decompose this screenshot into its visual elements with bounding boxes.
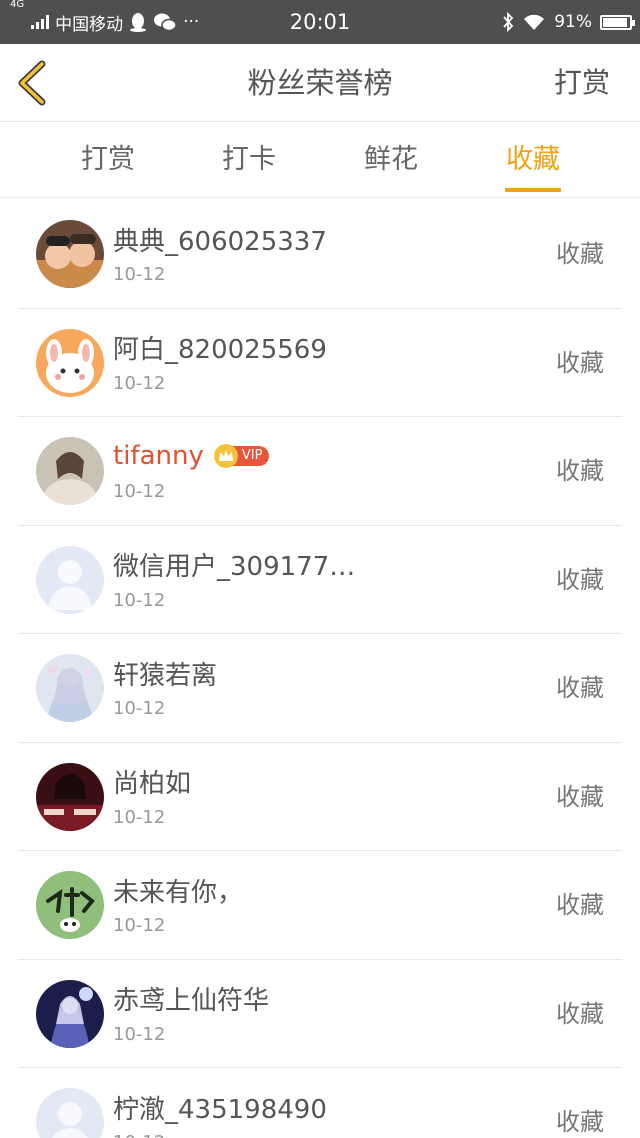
favorite-tag: 收藏 <box>556 891 604 919</box>
fan-date: 10-12 <box>113 1132 165 1138</box>
top-nav-bar: 粉丝荣誉榜 打赏 <box>0 44 640 122</box>
name-line: 尚柏如 <box>113 763 191 801</box>
tab-checkin[interactable]: 打卡 <box>189 122 309 198</box>
fan-name: 微信用户_309177… <box>113 552 356 582</box>
fan-date: 10-12 <box>113 1023 166 1045</box>
avatar <box>36 437 104 505</box>
avatar <box>36 762 104 831</box>
fan-date: 10-12 <box>113 372 166 394</box>
name-line: tifanny VIP <box>113 437 270 475</box>
page-title: 粉丝荣誉榜 <box>247 66 393 100</box>
list-item[interactable]: 柠澈_435198490 10-12 收藏 <box>18 1068 622 1138</box>
avatar <box>36 328 104 397</box>
list-item[interactable]: 未来有你， 10-12 收藏 <box>18 851 622 960</box>
fan-name: 阿白_820025569 <box>113 335 327 365</box>
wifi-icon <box>524 14 545 30</box>
status-right: 91% <box>502 0 635 44</box>
tab-label: 收藏 <box>506 144 560 175</box>
avatar <box>36 979 104 1048</box>
list-item[interactable]: 典典_606025337 10-12 收藏 <box>18 200 622 309</box>
battery-percent: 91% <box>554 12 592 32</box>
list-item[interactable]: 尚柏如 10-12 收藏 <box>18 743 622 851</box>
list-item[interactable]: 微信用户_309177… 10-12 收藏 <box>18 526 622 634</box>
fan-date: 10-12 <box>113 698 166 719</box>
tab-reward[interactable]: 打赏 <box>48 122 168 198</box>
list-item[interactable]: 阿白_820025569 10-12 收藏 <box>18 309 622 417</box>
fan-date: 10-12 <box>113 481 166 502</box>
name-line: 赤鸢上仙符华 <box>113 980 269 1018</box>
favorite-tag: 收藏 <box>556 999 604 1028</box>
favorite-tag: 收藏 <box>556 782 604 811</box>
fan-name: 柠澈_435198490 <box>113 1094 327 1125</box>
list-item[interactable]: tifanny VIP 10-12 收藏 <box>18 417 622 526</box>
tab-label: 鲜花 <box>364 144 418 175</box>
fan-name: 典典_606025337 <box>113 226 327 257</box>
tab-bar: 打赏 打卡 鲜花 收藏 <box>0 122 640 198</box>
fan-name: 尚柏如 <box>113 769 192 799</box>
battery-icon <box>600 14 635 30</box>
tab-favorites[interactable]: 收藏 <box>473 122 593 198</box>
fan-date: 10-12 <box>113 589 166 611</box>
avatar <box>36 545 104 614</box>
fan-list[interactable]: 典典_606025337 10-12 收藏 阿白_820025569 10-12… <box>0 200 640 1138</box>
favorite-tag: 收藏 <box>556 240 604 268</box>
favorite-tag: 收藏 <box>556 674 604 702</box>
avatar <box>36 871 104 939</box>
reward-button[interactable]: 打赏 <box>554 44 610 122</box>
fan-name: 轩猿若离 <box>113 660 218 691</box>
fan-date: 10-12 <box>113 264 166 285</box>
favorite-tag: 收藏 <box>556 565 604 594</box>
fan-name: 赤鸢上仙符华 <box>113 986 270 1016</box>
fan-name: 未来有你， <box>113 877 244 908</box>
active-tab-indicator <box>505 188 561 192</box>
avatar <box>36 654 104 722</box>
bluetooth-icon <box>503 12 514 32</box>
name-line: 未来有你， <box>113 871 243 909</box>
tab-flowers[interactable]: 鲜花 <box>331 122 451 198</box>
name-line: 微信用户_309177… <box>113 546 355 584</box>
list-item[interactable]: 赤鸢上仙符华 10-12 收藏 <box>18 960 622 1068</box>
fan-date: 10-12 <box>113 806 166 828</box>
fan-date: 10-12 <box>113 915 166 936</box>
status-bar: 4G 中国移动 ··· 20:01 91% <box>0 0 640 44</box>
crown-icon <box>213 444 238 468</box>
avatar <box>36 1088 104 1138</box>
tab-label: 打赏 <box>81 144 135 175</box>
tab-label: 打卡 <box>222 144 276 175</box>
name-line: 典典_606025337 <box>113 220 327 258</box>
name-line: 阿白_820025569 <box>113 329 327 367</box>
fan-name: tifanny <box>113 441 204 471</box>
avatar <box>36 220 104 288</box>
name-line: 轩猿若离 <box>113 654 217 692</box>
favorite-tag: 收藏 <box>556 348 604 377</box>
vip-badge: VIP <box>213 444 270 468</box>
name-line: 柠澈_435198490 <box>113 1088 327 1126</box>
favorite-tag: 收藏 <box>556 1108 604 1136</box>
list-item[interactable]: 轩猿若离 10-12 收藏 <box>18 634 622 743</box>
favorite-tag: 收藏 <box>556 457 604 485</box>
